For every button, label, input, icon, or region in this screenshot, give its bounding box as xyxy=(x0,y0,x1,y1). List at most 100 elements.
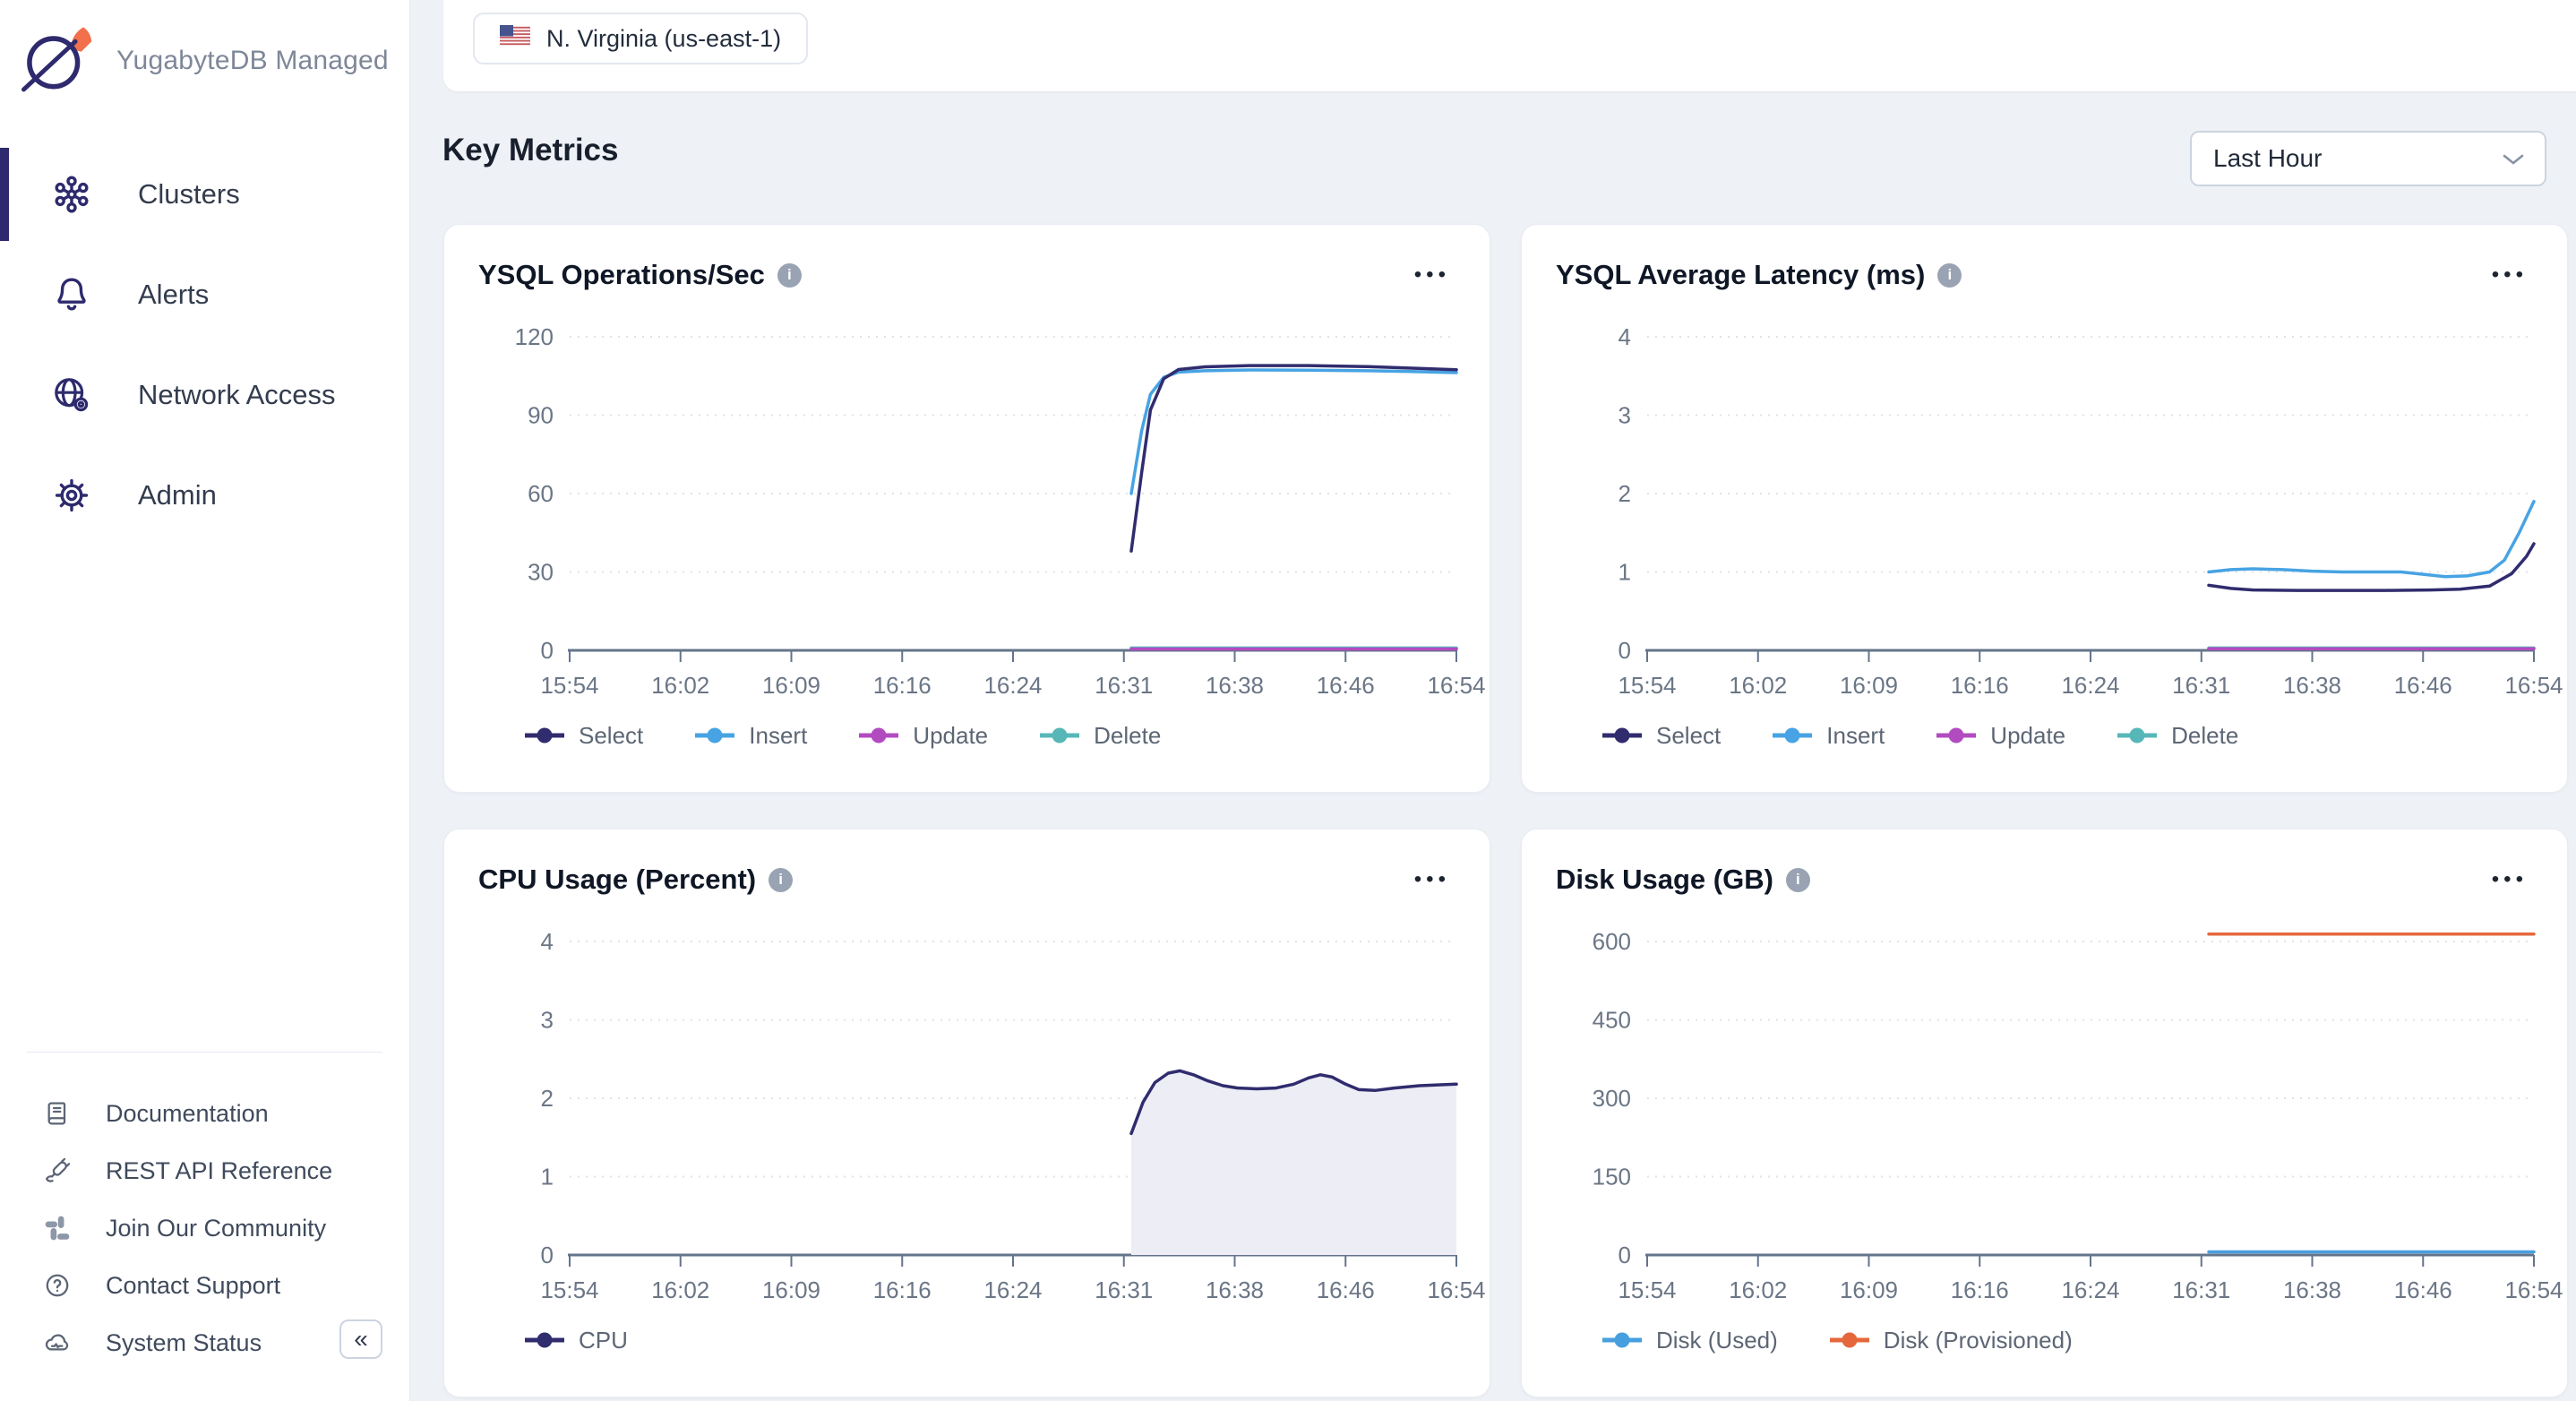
legend-marker-icon xyxy=(1602,1331,1642,1349)
svg-text:60: 60 xyxy=(528,480,554,507)
sidebar-item-label: Admin xyxy=(138,479,217,511)
collapse-icon: « xyxy=(354,1325,368,1354)
line-chart-canvas[interactable]: 030609012015:5416:0216:0916:1616:2416:31… xyxy=(444,319,1490,740)
plug-icon xyxy=(43,1156,72,1185)
legend-marker-icon xyxy=(525,726,564,744)
region-chip[interactable]: N. Virginia (us-east-1) xyxy=(473,13,808,64)
svg-text:15:54: 15:54 xyxy=(1618,672,1676,699)
sidebar-item-alerts[interactable]: Alerts xyxy=(0,245,409,345)
svg-text:4: 4 xyxy=(1619,323,1631,350)
card-ysql-operations: YSQL Operations/Sec i ••• 030609012015:5… xyxy=(443,224,1490,793)
time-range-select[interactable]: Last Hour xyxy=(2190,131,2546,186)
legend-item[interactable]: Select xyxy=(525,722,643,750)
legend-item[interactable]: Update xyxy=(1936,722,2065,750)
footer-link-label: Contact Support xyxy=(106,1272,280,1300)
more-menu-icon[interactable]: ••• xyxy=(2492,264,2528,286)
area-chart-canvas[interactable]: 0123415:5416:0216:0916:1616:2416:3116:38… xyxy=(444,924,1490,1345)
svg-text:16:38: 16:38 xyxy=(1206,1276,1264,1303)
time-range-value: Last Hour xyxy=(2213,144,2322,173)
legend-marker-icon xyxy=(695,726,734,744)
svg-text:2: 2 xyxy=(541,1085,554,1112)
legend-item[interactable]: Delete xyxy=(1040,722,1161,750)
card-header: Disk Usage (GB) i ••• xyxy=(1522,829,2567,896)
legend-marker-icon xyxy=(1773,726,1812,744)
legend-label: Delete xyxy=(1094,722,1161,750)
svg-text:15:54: 15:54 xyxy=(540,672,598,699)
more-menu-icon[interactable]: ••• xyxy=(1414,869,1450,890)
svg-text:90: 90 xyxy=(528,402,554,429)
more-menu-icon[interactable]: ••• xyxy=(1414,264,1450,286)
info-icon[interactable]: i xyxy=(1786,868,1810,892)
svg-text:16:46: 16:46 xyxy=(1317,672,1375,699)
svg-text:16:02: 16:02 xyxy=(651,1276,709,1303)
legend-marker-icon xyxy=(2117,726,2157,744)
footer-link-label: Join Our Community xyxy=(106,1215,326,1242)
legend-item[interactable]: Disk (Used) xyxy=(1602,1327,1778,1354)
svg-text:0: 0 xyxy=(1619,1242,1631,1268)
legend-item[interactable]: Select xyxy=(1602,722,1721,750)
legend-marker-icon xyxy=(525,1331,564,1349)
legend-item[interactable]: Update xyxy=(859,722,988,750)
svg-text:16:54: 16:54 xyxy=(1427,1276,1485,1303)
link-join-our-community[interactable]: Join Our Community xyxy=(27,1199,382,1257)
legend-label: Update xyxy=(913,722,988,750)
svg-text:3: 3 xyxy=(541,1007,554,1034)
link-system-status[interactable]: System Status xyxy=(27,1314,382,1371)
svg-text:16:24: 16:24 xyxy=(983,1276,1042,1303)
svg-text:16:38: 16:38 xyxy=(2283,672,2341,699)
info-icon[interactable]: i xyxy=(769,868,793,892)
svg-text:150: 150 xyxy=(1593,1164,1631,1190)
svg-text:15:54: 15:54 xyxy=(1618,1276,1676,1303)
link-documentation[interactable]: Documentation xyxy=(27,1085,382,1142)
legend-label: Disk (Used) xyxy=(1656,1327,1778,1354)
legend-item[interactable]: Insert xyxy=(695,722,807,750)
top-panel: N. Virginia (us-east-1) xyxy=(443,0,2576,91)
slack-icon xyxy=(43,1214,72,1242)
svg-text:450: 450 xyxy=(1593,1007,1631,1034)
yugabyte-logo-icon xyxy=(18,23,95,98)
footer-link-label: REST API Reference xyxy=(106,1157,332,1185)
svg-text:16:31: 16:31 xyxy=(1095,672,1153,699)
svg-text:15:54: 15:54 xyxy=(540,1276,598,1303)
more-menu-icon[interactable]: ••• xyxy=(2492,869,2528,890)
svg-text:16:09: 16:09 xyxy=(762,1276,820,1303)
legend-item[interactable]: Delete xyxy=(2117,722,2238,750)
link-contact-support[interactable]: Contact Support xyxy=(27,1257,382,1314)
sidebar-item-network-access[interactable]: Network Access xyxy=(0,345,409,445)
svg-text:16:16: 16:16 xyxy=(873,672,932,699)
line-chart-canvas[interactable]: 015030045060015:5416:0216:0916:1616:2416… xyxy=(1522,924,2568,1345)
legend-item[interactable]: CPU xyxy=(525,1327,628,1354)
card-title: YSQL Average Latency (ms) xyxy=(1556,259,1925,291)
svg-text:0: 0 xyxy=(541,1242,554,1268)
question-circle-icon xyxy=(43,1271,72,1300)
legend-label: CPU xyxy=(579,1327,628,1354)
chevron-down-icon xyxy=(2502,144,2525,173)
svg-text:16:09: 16:09 xyxy=(762,672,820,699)
legend-marker-icon xyxy=(1830,1331,1869,1349)
link-rest-api-reference[interactable]: REST API Reference xyxy=(27,1142,382,1199)
svg-text:16:38: 16:38 xyxy=(2283,1276,2341,1303)
brand: YugabyteDB Managed xyxy=(0,0,409,98)
legend-marker-icon xyxy=(859,726,898,744)
sidebar-nav: Clusters Alerts xyxy=(0,144,409,546)
info-icon[interactable]: i xyxy=(1937,263,1962,288)
line-chart-canvas[interactable]: 0123415:5416:0216:0916:1616:2416:3116:38… xyxy=(1522,319,2568,740)
card-title: Disk Usage (GB) xyxy=(1556,864,1773,896)
svg-text:1: 1 xyxy=(541,1164,554,1190)
svg-text:16:46: 16:46 xyxy=(2394,672,2452,699)
legend-item[interactable]: Disk (Provisioned) xyxy=(1830,1327,2073,1354)
legend-marker-icon xyxy=(1040,726,1079,744)
svg-text:16:31: 16:31 xyxy=(1095,1276,1153,1303)
svg-text:30: 30 xyxy=(528,559,554,586)
card-disk-usage: Disk Usage (GB) i ••• 015030045060015:54… xyxy=(1521,829,2568,1397)
book-icon xyxy=(43,1099,72,1128)
svg-text:600: 600 xyxy=(1593,928,1631,955)
legend-item[interactable]: Insert xyxy=(1773,722,1885,750)
sidebar-item-admin[interactable]: Admin xyxy=(0,445,409,546)
svg-text:16:54: 16:54 xyxy=(1427,672,1485,699)
sidebar-item-clusters[interactable]: Clusters xyxy=(0,144,409,245)
info-icon[interactable]: i xyxy=(777,263,802,288)
collapse-sidebar-button[interactable]: « xyxy=(339,1319,382,1359)
svg-text:3: 3 xyxy=(1619,402,1631,429)
svg-text:1: 1 xyxy=(1619,559,1631,586)
